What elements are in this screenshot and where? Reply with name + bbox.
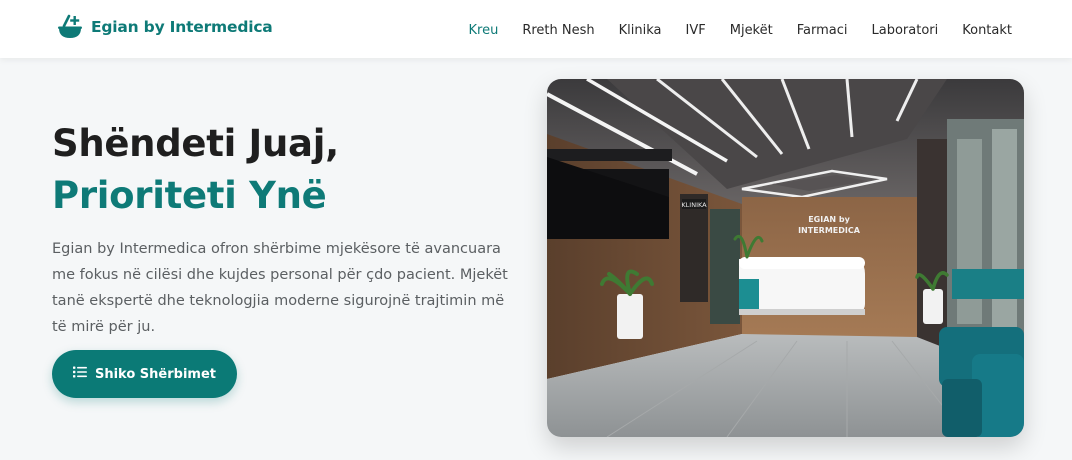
- view-services-label: Shiko Shërbimet: [94, 366, 216, 382]
- nav-item-mjeket[interactable]: Mjekët: [730, 23, 773, 38]
- hero-description: Egian by Intermedica ofron shërbime mjek…: [52, 241, 508, 335]
- hero-title-line2: Prioriteti Ynë: [52, 174, 327, 217]
- reception-logo-line2: INTERMEDICA: [798, 226, 861, 235]
- nav-item-farmaci[interactable]: Farmaci: [797, 23, 848, 38]
- brand-name: Egian by Intermedica: [91, 18, 273, 36]
- nav-item-rreth-nesh[interactable]: Rreth Nesh: [522, 23, 594, 38]
- klinika-sign-text: KLINIKA: [681, 201, 707, 209]
- top-navbar: Egian by Intermedica Kreu Rreth Nesh Kli…: [0, 0, 1072, 58]
- hero-title-line1: Shëndeti Juaj,: [52, 122, 339, 165]
- clinic-reception-photo: KLINIKA EGIAN by INTERMEDICA: [547, 79, 1024, 437]
- main-nav: Kreu Rreth Nesh Klinika IVF Mjekët Farma…: [469, 19, 1012, 38]
- hero-title: Shëndeti Juaj, Prioriteti Ynë: [52, 118, 339, 222]
- nav-item-kontakt[interactable]: Kontakt: [962, 23, 1012, 38]
- nav-item-klinika[interactable]: Klinika: [619, 23, 662, 38]
- nav-item-laboratori[interactable]: Laboratori: [872, 23, 939, 38]
- list-icon: [72, 366, 87, 382]
- reception-logo-line1: EGIAN by: [808, 215, 850, 224]
- brand-home-link[interactable]: Egian by Intermedica: [56, 13, 273, 41]
- nav-item-ivf[interactable]: IVF: [686, 23, 706, 38]
- nav-item-kreu[interactable]: Kreu: [469, 23, 499, 38]
- medical-mortar-plus-icon: [56, 13, 84, 41]
- view-services-button[interactable]: Shiko Shërbimet: [52, 350, 237, 398]
